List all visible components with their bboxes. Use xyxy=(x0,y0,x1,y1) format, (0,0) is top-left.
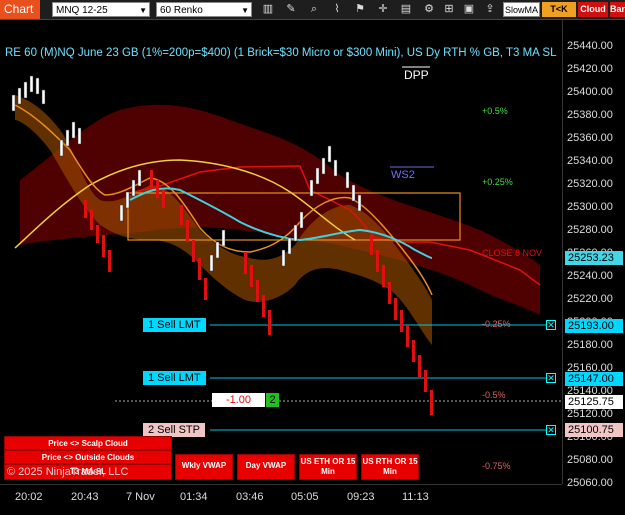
time-axis[interactable]: 20:02 20:43 7 Nov 01:34 03:46 05:05 09:2… xyxy=(0,484,562,515)
us-eth-or-button[interactable]: US ETH OR 15 Min xyxy=(299,454,357,480)
chart-tab[interactable]: Chart xyxy=(0,0,40,19)
bars-icon[interactable]: ▥ xyxy=(260,2,276,17)
y-tick-label: 25120.00 xyxy=(567,408,613,420)
sell-limit-order-label[interactable]: 1 Sell LMT xyxy=(143,318,206,332)
day-vwap-button[interactable]: Day VWAP xyxy=(237,454,295,480)
close-order-icon[interactable]: ✕ xyxy=(546,320,556,330)
properties-icon[interactable]: ⚙ xyxy=(421,2,437,17)
chevron-down-icon: ▼ xyxy=(139,6,147,15)
instrument-value: MNQ 12-25 xyxy=(56,5,108,16)
screenshot-icon[interactable]: ▣ xyxy=(461,2,477,17)
y-tick-label: 25300.00 xyxy=(567,201,613,213)
y-tick-label: 25380.00 xyxy=(567,109,613,121)
y-tick-label: 25420.00 xyxy=(567,63,613,75)
y-tick-label: 25180.00 xyxy=(567,339,613,351)
position-quantity[interactable]: 2 xyxy=(266,393,279,407)
pct-level-label: +0.25% xyxy=(482,177,513,187)
y-tick-label: 25280.00 xyxy=(567,224,613,236)
slowma-button[interactable]: SlowMA xyxy=(503,2,540,17)
bar-button[interactable]: Bar xyxy=(610,2,625,17)
outside-clouds-button[interactable]: Price <> Outside Clouds xyxy=(4,450,172,464)
instrument-selector[interactable]: MNQ 12-25 ▼ xyxy=(52,2,150,17)
x-tick-label: 03:46 xyxy=(236,491,264,503)
y-tick-label: 25060.00 xyxy=(567,477,613,489)
chevron-down-icon: ▼ xyxy=(241,6,249,15)
chart-title: RE 60 (M)NQ June 23 GB (1%=200p=$400) (1… xyxy=(5,47,557,59)
stop-price-marker: 25100.75 xyxy=(565,423,623,437)
x-tick-label: 09:23 xyxy=(347,491,375,503)
last-price-marker: 25125.75 xyxy=(565,395,623,409)
bar-type-value: 60 Renko xyxy=(160,5,203,16)
y-tick-label: 25400.00 xyxy=(567,86,613,98)
strategy-icon[interactable]: ⚑ xyxy=(352,2,368,17)
tools-icon[interactable]: ⊞ xyxy=(441,2,457,17)
cloud-button[interactable]: Cloud xyxy=(578,2,608,17)
y-tick-label: 25440.00 xyxy=(567,40,613,52)
tk-button[interactable]: T<K xyxy=(542,2,576,17)
x-tick-label: 11:13 xyxy=(402,491,429,503)
price-axis[interactable]: 25440.00 25420.00 25400.00 25380.00 2536… xyxy=(562,20,625,489)
y-tick-label: 25340.00 xyxy=(567,155,613,167)
close-6-nov-label: CLOSE 6 NOV xyxy=(482,248,543,258)
close-order-icon[interactable]: ✕ xyxy=(546,425,556,435)
sell-limit-order-label[interactable]: 1 Sell LMT xyxy=(143,371,206,385)
pct-level-label: -0.5% xyxy=(482,390,506,400)
copyright-text: © 2025 NinjaTrader, LLC xyxy=(7,466,129,478)
indicators-icon[interactable]: ⌇ xyxy=(329,2,345,17)
data-box-icon[interactable]: ▤ xyxy=(398,2,414,17)
chart-toolbar: Chart MNQ 12-25 ▼ 60 Renko ▼ ▥ ✎ ⌕ ⌇ ⚑ ✛ ▤… xyxy=(0,0,625,20)
dpp-label: DPP xyxy=(404,68,429,82)
pct-level-label: -0.75% xyxy=(482,461,511,471)
sell-limit-price-marker: 25193.00 xyxy=(565,319,623,333)
current-price-marker: 25253.23 xyxy=(565,251,623,265)
ws2-label: WS2 xyxy=(391,169,415,181)
bar-type-selector[interactable]: 60 Renko ▼ xyxy=(156,2,252,17)
wkly-vwap-button[interactable]: Wkly VWAP xyxy=(175,454,233,480)
y-tick-label: 25360.00 xyxy=(567,132,613,144)
pct-level-label: -0.25% xyxy=(482,319,511,329)
x-tick-label: 7 Nov xyxy=(126,491,155,503)
x-tick-label: 20:43 xyxy=(71,491,99,503)
y-tick-label: 25320.00 xyxy=(567,178,613,190)
y-tick-label: 25240.00 xyxy=(567,270,613,282)
chart-canvas xyxy=(11,66,562,431)
close-order-icon[interactable]: ✕ xyxy=(546,373,556,383)
y-tick-label: 25080.00 xyxy=(567,454,613,466)
sell-stop-order-label[interactable]: 2 Sell STP xyxy=(143,423,205,437)
x-tick-label: 01:34 xyxy=(180,491,208,503)
position-pnl[interactable]: -1.00 xyxy=(212,393,265,407)
sell-limit-price-marker: 25147.00 xyxy=(565,372,623,386)
x-tick-label: 20:02 xyxy=(15,491,43,503)
drawing-icon[interactable]: ✎ xyxy=(283,2,299,17)
crosshair-icon[interactable]: ✛ xyxy=(375,2,391,17)
scalp-cloud-button[interactable]: Price <> Scalp Cloud xyxy=(4,436,172,450)
chart-plot-area[interactable]: RE 60 (M)NQ June 23 GB (1%=200p=$400) (1… xyxy=(0,20,562,484)
pct-level-label: +0.5% xyxy=(482,106,508,116)
y-tick-label: 25220.00 xyxy=(567,293,613,305)
x-tick-label: 05:05 xyxy=(291,491,319,503)
zoom-icon[interactable]: ⌕ xyxy=(306,2,322,17)
us-rth-or-button[interactable]: US RTH OR 15 Min xyxy=(361,454,419,480)
share-icon[interactable]: ⇪ xyxy=(482,2,498,17)
